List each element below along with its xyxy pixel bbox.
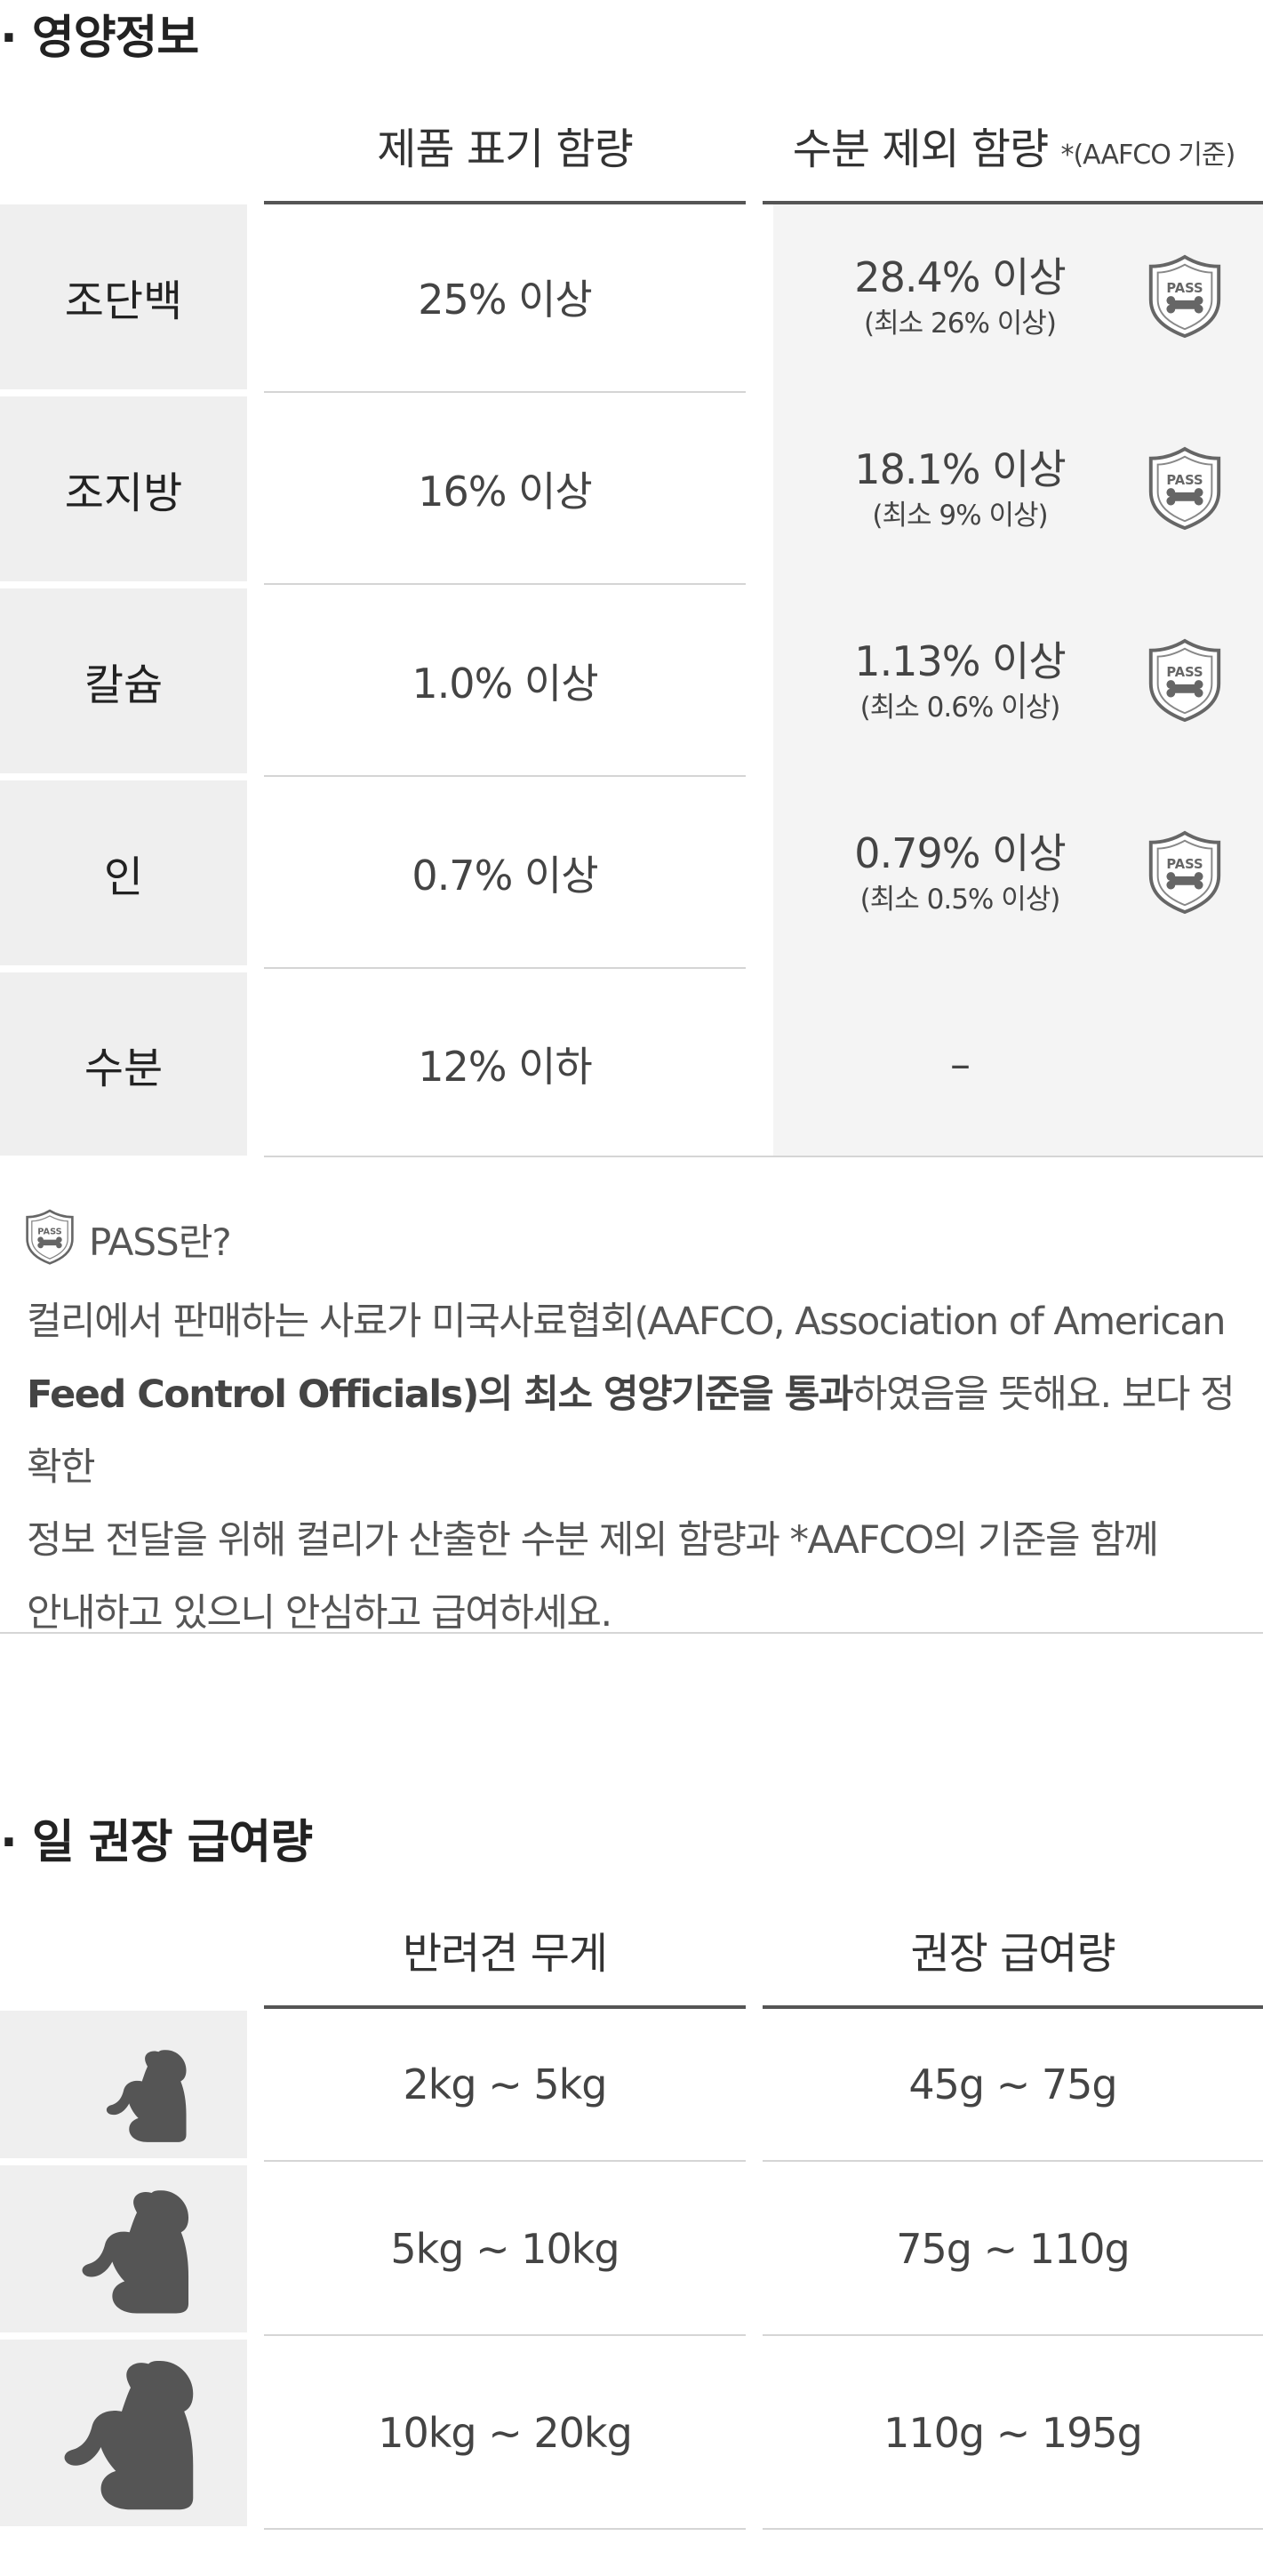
row-divider [763,2334,1263,2336]
aafco-minimum: (최소 0.6% 이상) [859,692,1061,724]
table-bottom-rule [264,1156,1263,1157]
dog-weight: 10kg ~ 20kg [378,2409,633,2457]
pass-badge-icon [1148,446,1221,531]
row-divider [264,775,746,777]
label-value: 16% 이상 [418,468,593,516]
dry-value: 28.4% 이상 [854,253,1066,301]
section-divider [0,1632,1263,1634]
dog-size-cell [0,2340,247,2526]
feeding-amount: 75g ~ 110g [896,2225,1131,2273]
pass-badge-icon [1148,638,1221,723]
pass-info-emphasis: Feed Control Officials)의 최소 영양기준을 통과 [27,1372,853,1417]
pass-info-line: 정보 전달을 위해 컬리가 산출한 수분 제외 함량과 *AAFCO의 기준을 … [27,1518,1159,1563]
label-value: 1.0% 이상 [412,660,598,708]
nutrient-name: 인 [0,780,247,965]
dry-value-cell: 28.4% 이상 (최소 26% 이상) [773,204,1263,389]
col-header-dry-value: 수분 제외 함량 *(AAFCO 기준) [764,114,1263,176]
row-divider [763,2160,1263,2162]
header-rule-right [763,2005,1263,2009]
row-divider [264,2334,746,2336]
dry-value-cell: 18.1% 이상 (최소 9% 이상) [773,396,1263,581]
row-divider [264,967,746,969]
feeding-amount: 45g ~ 75g [908,2060,1117,2108]
col-header-weight: 반려견 무게 [402,1929,608,1979]
dog-size-cell [0,2165,247,2332]
dry-value-cell: – [773,972,1263,1156]
row-divider [264,2528,746,2530]
label-value: 12% 이하 [418,1043,593,1091]
pass-info-line: 컬리에서 판매하는 사료가 미국사료협회(AAFCO, Association … [27,1300,1227,1344]
dog-weight: 2kg ~ 5kg [403,2060,608,2108]
dry-value: 18.1% 이상 [854,445,1066,493]
aafco-minimum: (최소 26% 이상) [864,308,1057,340]
dry-value: 1.13% 이상 [854,637,1066,685]
feeding-section-title: · 일 권장 급여량 [0,1816,313,1869]
pass-info-title: PASS란? [89,1220,232,1264]
label-value: 0.7% 이상 [412,852,598,900]
feeding-amount: 110g ~ 195g [883,2409,1143,2457]
header-rule-left [264,2005,746,2009]
medium-dog-icon [82,2190,189,2314]
dog-size-cell [0,2011,247,2158]
aafco-note: *(AAFCO 기준) [1060,140,1235,171]
dry-value: 0.79% 이상 [854,829,1066,877]
label-value: 25% 이상 [418,276,593,324]
small-dog-icon [106,2050,187,2142]
col-header-amount: 권장 급여량 [910,1929,1115,1979]
nutrient-name: 수분 [0,972,247,1156]
nutrient-name: 조단백 [0,204,247,389]
col-header-label-value: 제품 표기 함량 [377,124,633,174]
aafco-minimum: (최소 9% 이상) [872,500,1048,532]
row-divider [763,2528,1263,2530]
pass-badge-icon [26,1209,74,1265]
nutrition-section-title: · 영양정보 [0,12,199,65]
nutrient-name: 칼슘 [0,588,247,773]
dry-value-cell: 1.13% 이상 (최소 0.6% 이상) [773,588,1263,773]
dry-value: – [950,1040,971,1088]
pass-info-line: Feed Control Officials)의 최소 영양기준을 통과하였음을… [27,1358,1253,1504]
row-divider [264,2160,746,2162]
pass-info-line: 안내하고 있으니 안심하고 급여하세요. [27,1591,612,1636]
dry-value-cell: 0.79% 이상 (최소 0.5% 이상) [773,780,1263,965]
nutrient-name: 조지방 [0,396,247,581]
row-divider [264,391,746,393]
large-dog-icon [64,2361,194,2510]
row-divider [264,583,746,585]
pass-badge-icon [1148,830,1221,915]
dog-weight: 5kg ~ 10kg [390,2225,620,2273]
pass-badge-icon [1148,254,1221,339]
aafco-minimum: (최소 0.5% 이상) [859,884,1061,916]
pass-info-description: 컬리에서 판매하는 사료가 미국사료협회(AAFCO, Association … [27,1285,1253,1650]
col-header-dry-label: 수분 제외 함량 [792,124,1049,174]
